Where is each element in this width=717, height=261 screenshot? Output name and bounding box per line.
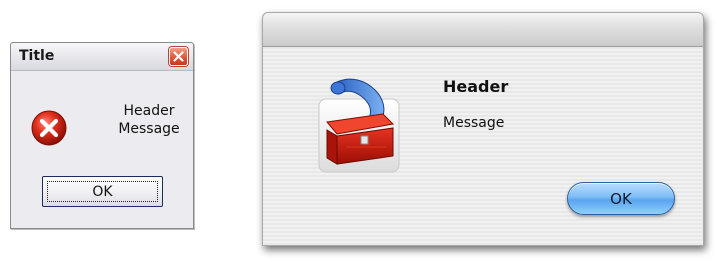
error-icon: [31, 110, 67, 146]
xp-header-text: Header: [123, 103, 175, 119]
close-icon[interactable]: [169, 47, 188, 66]
mac-ok-button[interactable]: OK: [567, 182, 675, 215]
xp-ok-button[interactable]: OK: [42, 176, 163, 207]
xp-title: Title: [19, 48, 55, 64]
mac-header-text: Header: [443, 77, 509, 96]
mac-dialog: Header Message OK: [262, 12, 704, 246]
mac-titlebar[interactable]: [263, 13, 703, 47]
toolbox-app-icon: [317, 74, 401, 174]
xp-dialog: Title Header Message OK: [10, 42, 194, 229]
mac-message-text: Message: [443, 115, 505, 131]
xp-ok-label: OK: [47, 181, 158, 202]
xp-titlebar[interactable]: Title: [11, 43, 193, 71]
xp-message-text: Message: [118, 121, 180, 137]
xp-message-block: Header Message: [109, 102, 189, 138]
